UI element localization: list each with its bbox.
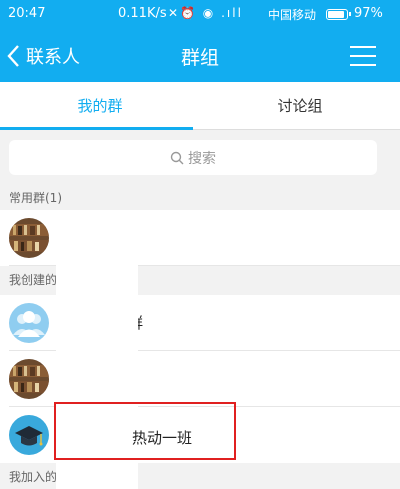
group-avatar-bookshelf [9, 359, 49, 399]
section-header-frequent: 常用群(1) [0, 186, 400, 210]
search-icon [170, 151, 184, 164]
page-title: 群组 [180, 47, 219, 69]
status-icons: ✕⏰ ◉ .ıll [168, 6, 243, 20]
group-avatar-graduation-cap [9, 415, 49, 455]
search-placeholder: 搜索 [188, 150, 216, 167]
tab-discussion-groups[interactable]: 讨论组 [200, 82, 400, 130]
search-input[interactable]: 搜索 [9, 140, 377, 175]
tab-my-groups[interactable]: 我的群 [0, 82, 200, 130]
group-avatar-people [9, 303, 49, 343]
title-bar: 联系人 群组 [0, 30, 400, 82]
battery-level [328, 11, 345, 18]
highlight-box [54, 402, 236, 460]
status-bar: 20:47 0.11K/s ✕⏰ ◉ .ıll 中国移动 97% [0, 0, 400, 30]
menu-icon[interactable] [350, 44, 378, 68]
group-avatar-bookshelf [9, 218, 49, 258]
tab-bar: 我的群 讨论组 [0, 82, 400, 130]
battery-percent: 97% [354, 6, 383, 21]
search-area: 搜索 [0, 130, 400, 186]
app-screen: 20:47 0.11K/s ✕⏰ ◉ .ıll 中国移动 97% 联系人 群组 … [0, 0, 400, 489]
carrier-name: 中国移动 [268, 8, 317, 22]
status-time: 20:47 [8, 6, 46, 21]
network-speed: 0.11K/s [118, 6, 167, 21]
battery-icon [326, 9, 351, 20]
